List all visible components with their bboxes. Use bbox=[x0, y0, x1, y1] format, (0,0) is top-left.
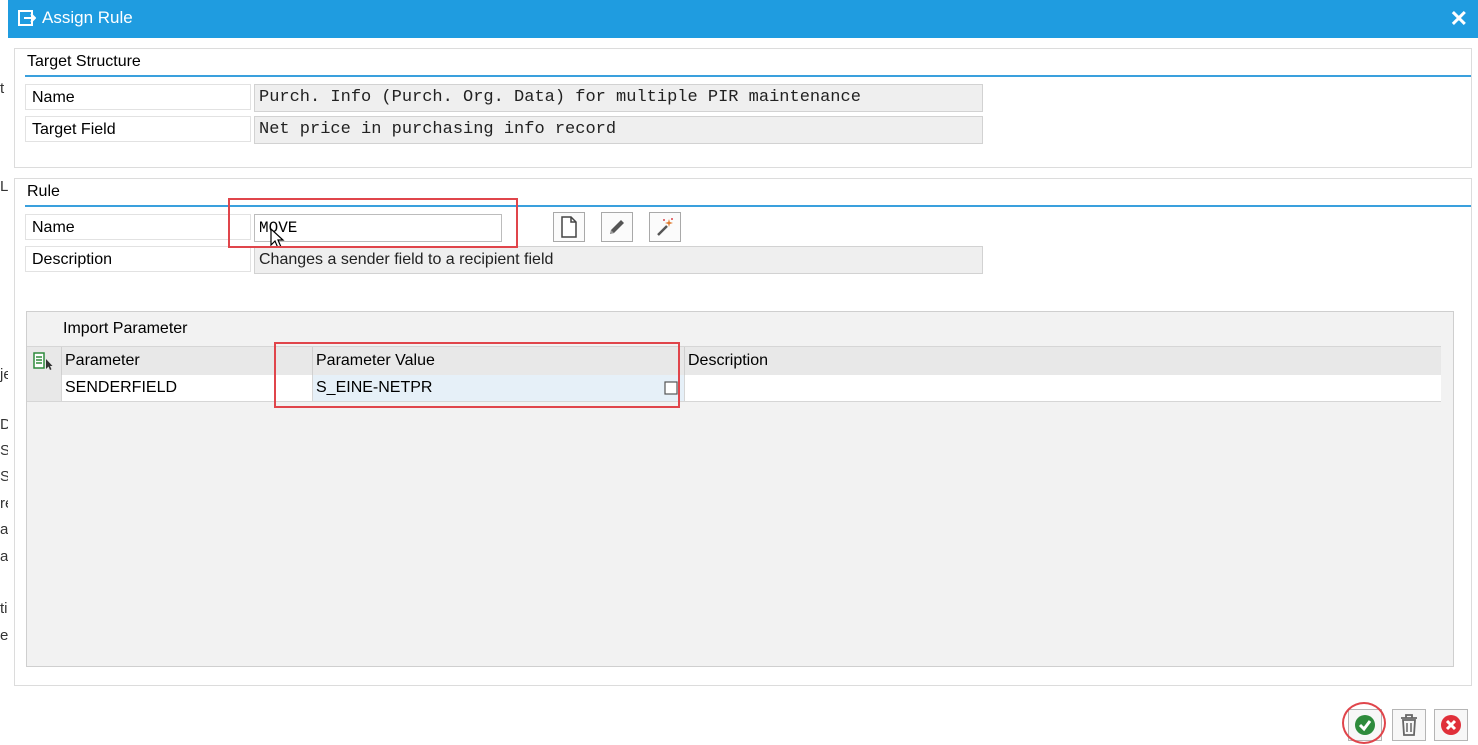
target-field-field: Net price in purchasing info record bbox=[254, 116, 983, 144]
new-document-icon bbox=[561, 216, 577, 238]
dialog-title: Assign Rule bbox=[42, 8, 133, 27]
rule-description-row: Description Changes a sender field to a … bbox=[25, 246, 1425, 274]
target-structure-heading: Target Structure bbox=[25, 49, 1471, 77]
background-text: ti bbox=[0, 600, 8, 617]
column-header-parameter-value[interactable]: Parameter Value bbox=[312, 347, 684, 375]
column-layout-icon bbox=[33, 352, 53, 370]
rule-name-label: Name bbox=[25, 214, 251, 240]
parameter-cell: SENDERFIELD bbox=[61, 375, 312, 401]
parameter-value-cell[interactable]: S_EINE-NETPR bbox=[312, 375, 684, 401]
rule-wizard-button[interactable] bbox=[649, 212, 681, 242]
column-header-parameter[interactable]: Parameter bbox=[61, 347, 312, 375]
cancel-x-icon bbox=[1441, 715, 1461, 735]
trash-delete-icon bbox=[1401, 714, 1417, 736]
rule-name-input[interactable]: MOVE bbox=[254, 214, 502, 242]
edit-rule-button[interactable] bbox=[601, 212, 633, 242]
target-structure-panel: Target Structure Name Purch. Info (Purch… bbox=[14, 48, 1472, 168]
assign-rule-dialog: Target Structure Name Purch. Info (Purch… bbox=[8, 38, 1478, 745]
highlight-circle-confirm bbox=[1342, 702, 1386, 744]
select-layout-button[interactable] bbox=[27, 347, 61, 375]
target-field-label: Target Field bbox=[25, 116, 251, 142]
dialog-title-bar: Assign Rule ✕ bbox=[8, 0, 1478, 38]
cancel-button[interactable] bbox=[1434, 709, 1468, 741]
assign-rule-icon bbox=[18, 10, 36, 26]
pencil-edit-icon bbox=[610, 220, 624, 234]
import-parameter-table: Import Parameter Parameter Parameter Val… bbox=[26, 311, 1454, 667]
rule-panel: Rule Name MOVE Description Changes a sen… bbox=[14, 178, 1472, 686]
rule-name-row: Name MOVE bbox=[25, 214, 1425, 249]
delete-button[interactable] bbox=[1392, 709, 1426, 741]
target-name-label: Name bbox=[25, 84, 251, 110]
rule-heading: Rule bbox=[25, 179, 1471, 207]
column-header-description[interactable]: Description bbox=[684, 347, 1441, 375]
rule-description-label: Description bbox=[25, 246, 251, 272]
import-parameter-title: Import Parameter bbox=[63, 320, 188, 337]
table-header: Parameter Parameter Value Description bbox=[27, 346, 1441, 376]
description-cell bbox=[684, 375, 1441, 401]
parameter-value-text: S_EINE-NETPR bbox=[316, 379, 433, 396]
rule-description-field: Changes a sender field to a recipient fi… bbox=[254, 246, 983, 274]
table-row: SENDERFIELD S_EINE-NETPR bbox=[27, 375, 1441, 402]
row-selector[interactable] bbox=[27, 375, 61, 401]
magic-wand-icon bbox=[657, 218, 673, 236]
close-icon[interactable]: ✕ bbox=[1450, 6, 1468, 32]
value-help-icon[interactable] bbox=[664, 381, 678, 395]
target-name-field: Purch. Info (Purch. Org. Data) for multi… bbox=[254, 84, 983, 112]
create-rule-button[interactable] bbox=[553, 212, 585, 242]
target-field-row: Target Field Net price in purchasing inf… bbox=[25, 116, 1425, 144]
background-text: t bbox=[0, 80, 5, 97]
target-name-row: Name Purch. Info (Purch. Org. Data) for … bbox=[25, 84, 1425, 112]
